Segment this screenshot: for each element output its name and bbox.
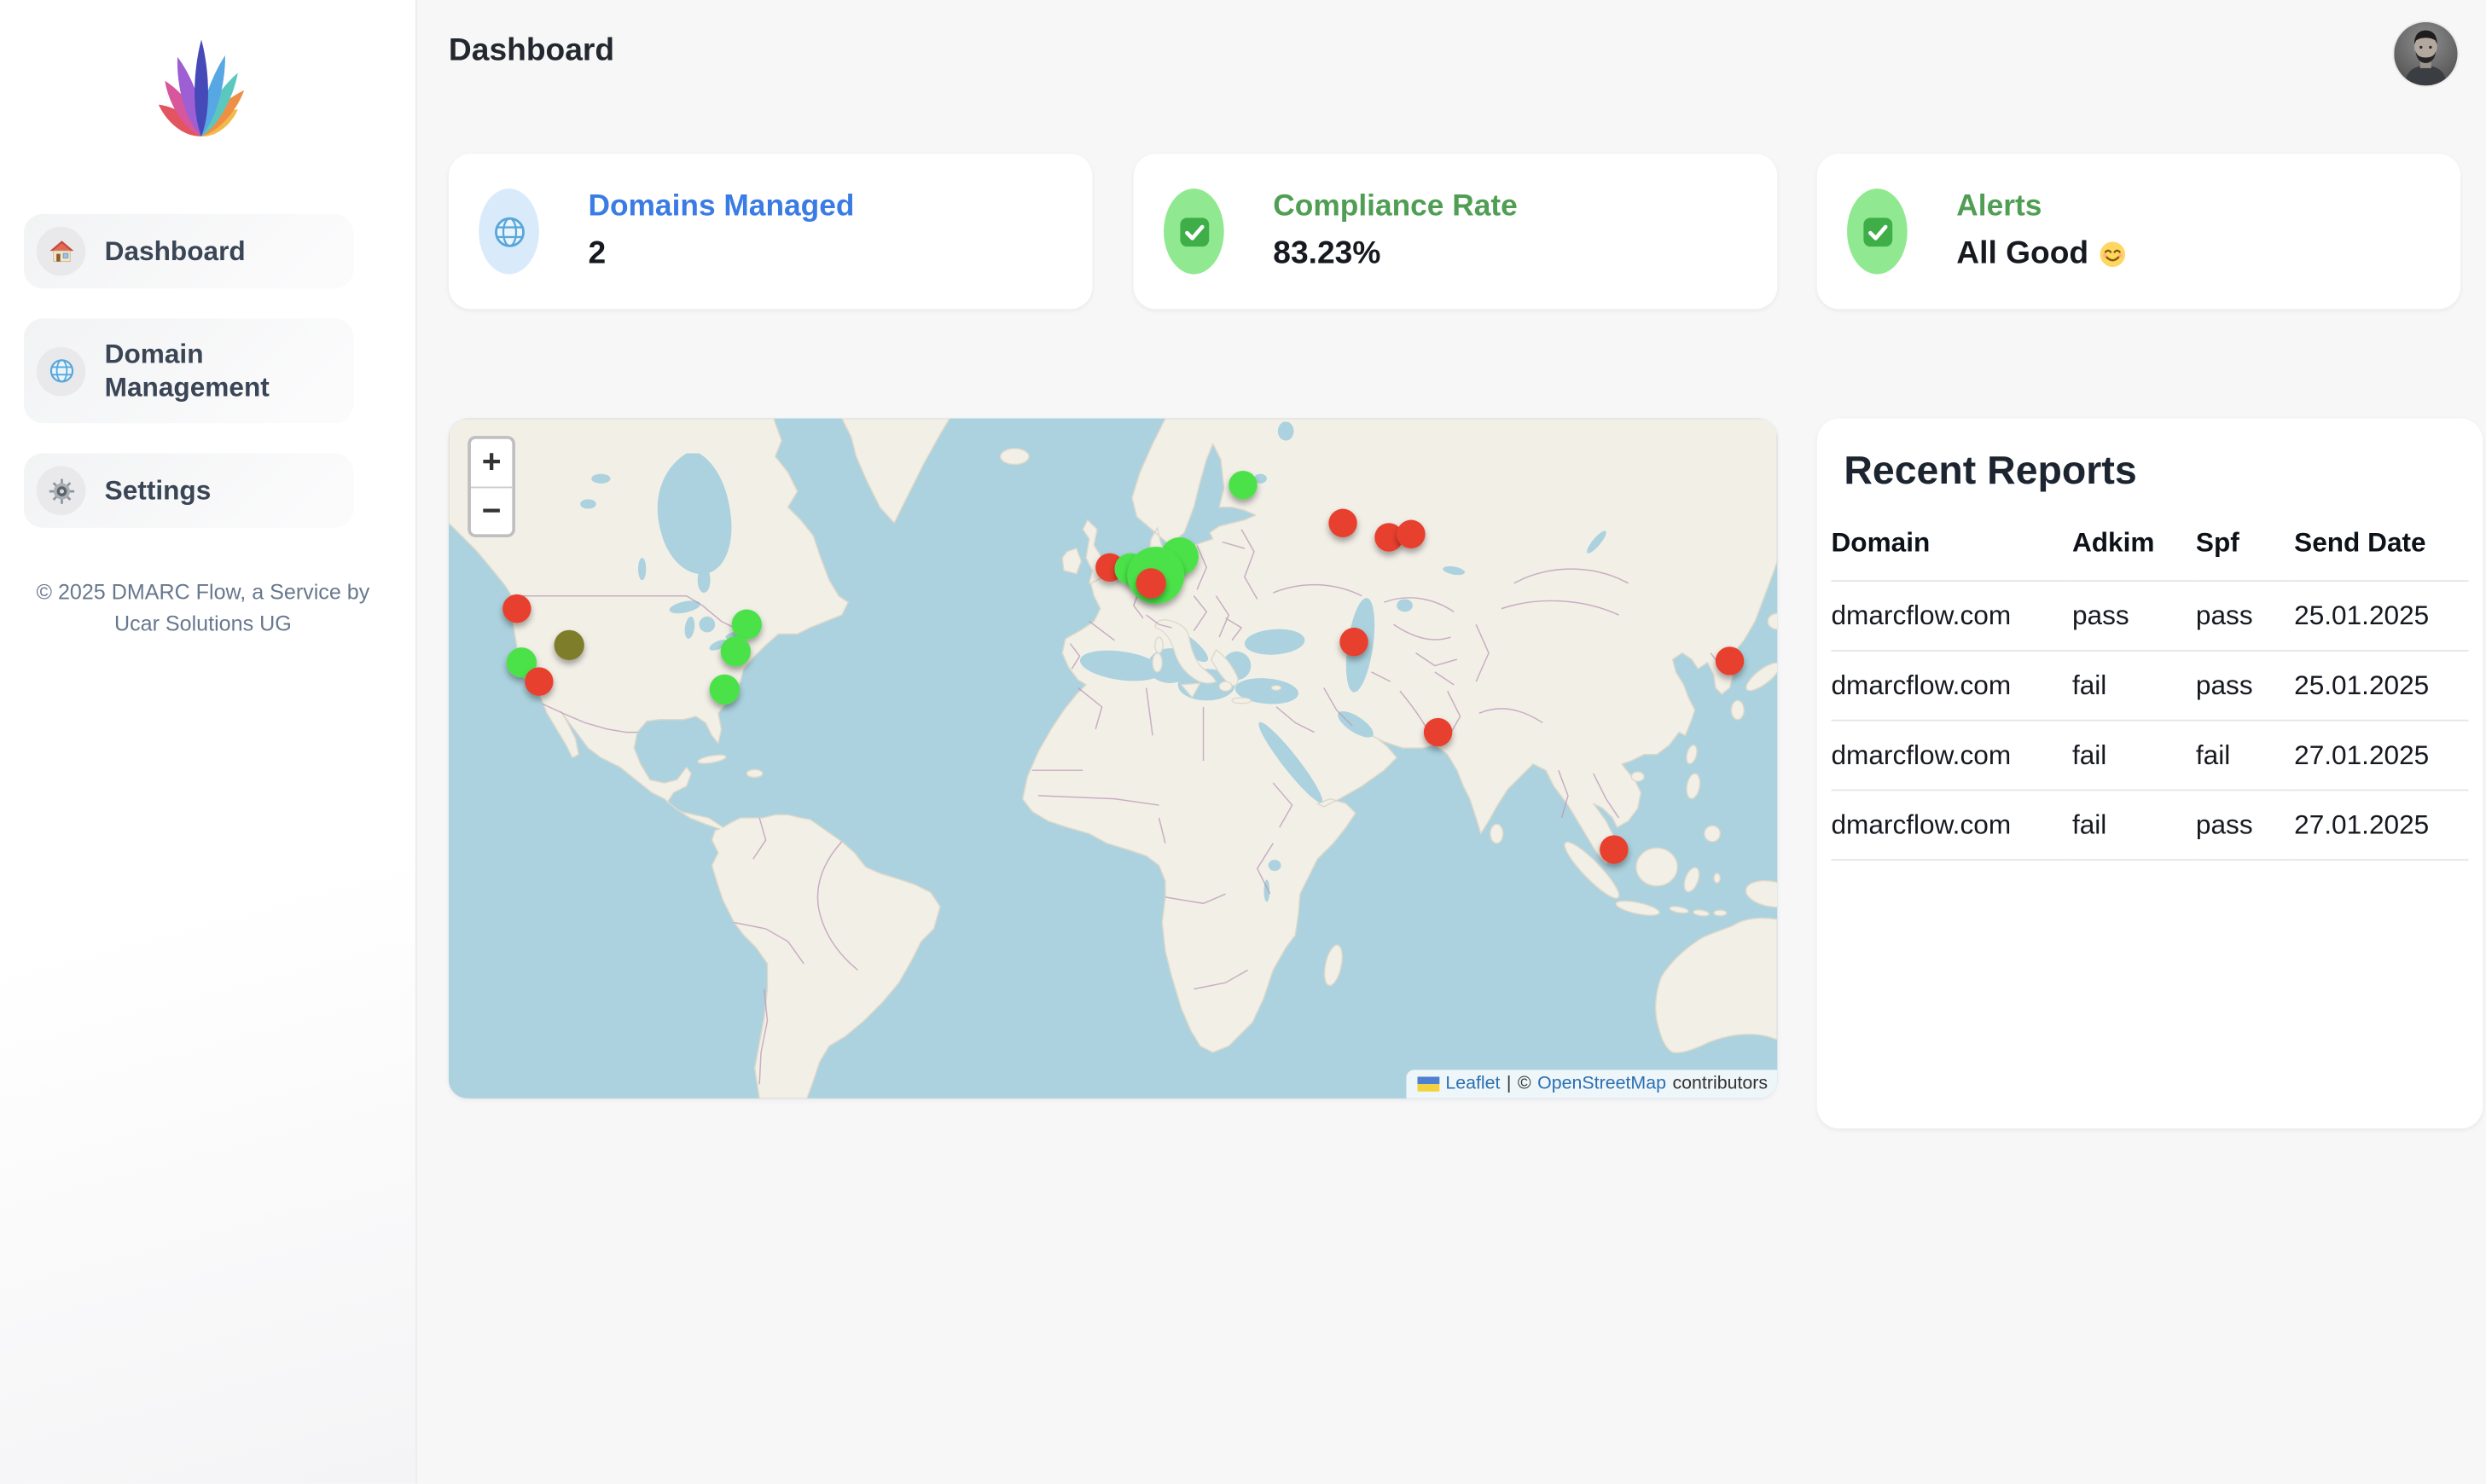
user-avatar[interactable] xyxy=(2394,22,2457,85)
ukraine-flag-icon xyxy=(1417,1076,1439,1093)
smiling-face-icon xyxy=(2098,240,2128,270)
table-cell: pass xyxy=(2196,790,2294,860)
recent-reports-title: Recent Reports xyxy=(1844,449,2483,495)
zoom-out-button[interactable]: − xyxy=(471,487,512,535)
column-header: Domain xyxy=(1831,528,2071,581)
stat-text: Compliance Rate 83.23% xyxy=(1273,190,1517,273)
gear-icon xyxy=(37,466,86,515)
attribution-copyright: © xyxy=(1518,1075,1531,1093)
world-map[interactable]: + − Leaflet | © OpenStreetMap contributo… xyxy=(449,419,1777,1099)
map-marker-red[interactable] xyxy=(1424,718,1452,746)
table-header-row: DomainAdkimSpfSend Date xyxy=(1831,528,2468,581)
table-cell: 27.01.2025 xyxy=(2294,790,2468,860)
stat-card-compliance-rate: Compliance Rate 83.23% xyxy=(1134,154,1778,309)
map-marker-red[interactable] xyxy=(525,667,553,695)
sidebar-item-label: Settings xyxy=(105,473,212,507)
column-header: Spf xyxy=(2196,528,2294,581)
table-cell: dmarcflow.com xyxy=(1831,790,2071,860)
check-mark-icon xyxy=(1164,188,1224,274)
map-marker-red[interactable] xyxy=(1600,835,1628,863)
table-cell: dmarcflow.com xyxy=(1831,581,2071,651)
map-marker-red[interactable] xyxy=(1136,568,1166,598)
map-marker-red[interactable] xyxy=(1328,509,1356,537)
sidebar-item-label: Dashboard xyxy=(105,235,246,268)
table-cell: 25.01.2025 xyxy=(2294,581,2468,651)
table-row: dmarcflow.compasspass25.01.2025 xyxy=(1831,581,2468,651)
stat-value: All Good xyxy=(1956,236,2128,273)
table-cell: fail xyxy=(2072,721,2196,791)
screen: Dashboard Domain Management xyxy=(0,0,2486,1484)
map-marker-red[interactable] xyxy=(1397,520,1425,548)
table-cell: dmarcflow.com xyxy=(1831,651,2071,721)
stat-title: Domains Managed xyxy=(588,190,854,225)
sidebar-copyright: © 2025 DMARC Flow, a Service by Ucar Sol… xyxy=(28,577,377,641)
recent-reports-card: Recent Reports DomainAdkimSpfSend Date d… xyxy=(1817,419,2483,1129)
stat-card-domains-managed: Domains Managed 2 xyxy=(449,154,1093,309)
house-icon xyxy=(37,227,86,276)
column-header: Adkim xyxy=(2072,528,2196,581)
table-cell: pass xyxy=(2196,651,2294,721)
table-cell: 25.01.2025 xyxy=(2294,651,2468,721)
globe-icon xyxy=(37,346,86,396)
sidebar-item-label: Domain Management xyxy=(105,337,341,404)
sidebar: Dashboard Domain Management xyxy=(0,0,417,1483)
reports-table: DomainAdkimSpfSend Date dmarcflow.compas… xyxy=(1831,528,2468,861)
table-row: dmarcflow.comfailfail27.01.2025 xyxy=(1831,721,2468,791)
table-row: dmarcflow.comfailpass25.01.2025 xyxy=(1831,651,2468,721)
dmarc-flow-logo xyxy=(154,38,249,140)
sidebar-item-domain-management[interactable]: Domain Management xyxy=(24,319,354,424)
table-cell: dmarcflow.com xyxy=(1831,721,2071,791)
stat-card-alerts: Alerts All Good xyxy=(1817,154,2461,309)
table-row: dmarcflow.comfailpass27.01.2025 xyxy=(1831,790,2468,860)
globe-icon xyxy=(479,188,539,274)
map-marker-red[interactable] xyxy=(502,594,531,623)
map-marker-green[interactable] xyxy=(721,636,751,666)
sidebar-item-dashboard[interactable]: Dashboard xyxy=(24,214,354,288)
page-title: Dashboard xyxy=(449,33,614,70)
zoom-in-button[interactable]: + xyxy=(471,439,512,487)
map-marker-red[interactable] xyxy=(1339,628,1368,656)
stat-title: Compliance Rate xyxy=(1273,190,1517,225)
table-cell: fail xyxy=(2072,651,2196,721)
column-header: Send Date xyxy=(2294,528,2468,581)
map-marker-red[interactable] xyxy=(1716,646,1744,675)
app-window: Dashboard Domain Management xyxy=(0,0,2486,1483)
table-cell: fail xyxy=(2196,721,2294,791)
map-marker-olive[interactable] xyxy=(555,630,584,660)
table-cell: fail xyxy=(2072,790,2196,860)
attribution-separator: | xyxy=(1507,1075,1512,1093)
stat-value: 2 xyxy=(588,236,854,273)
map-marker-green[interactable] xyxy=(1228,471,1257,499)
stat-text: Domains Managed 2 xyxy=(588,190,854,273)
stat-text: Alerts All Good xyxy=(1956,190,2128,273)
table-cell: pass xyxy=(2072,581,2196,651)
map-zoom-control: + − xyxy=(468,436,515,537)
attribution-contributors: contributors xyxy=(1672,1075,1768,1093)
stat-value: 83.23% xyxy=(1273,236,1517,273)
map-marker-green[interactable] xyxy=(710,675,740,704)
map-tiles xyxy=(449,419,1777,1099)
table-cell: 27.01.2025 xyxy=(2294,721,2468,791)
table-cell: pass xyxy=(2196,581,2294,651)
map-marker-green[interactable] xyxy=(732,610,762,640)
openstreetmap-link[interactable]: OpenStreetMap xyxy=(1537,1075,1666,1093)
leaflet-link[interactable]: Leaflet xyxy=(1445,1075,1500,1093)
sidebar-item-settings[interactable]: Settings xyxy=(24,454,354,528)
check-mark-icon xyxy=(1847,188,1908,274)
map-attribution: Leaflet | © OpenStreetMap contributors xyxy=(1406,1070,1777,1098)
stat-title: Alerts xyxy=(1956,190,2128,225)
stat-value-text: All Good xyxy=(1956,236,2088,273)
